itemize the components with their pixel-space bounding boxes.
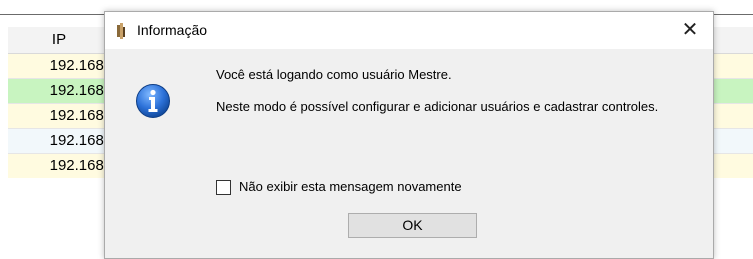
dialog-title: Informação bbox=[137, 22, 208, 38]
info-dialog: Informação ✕ Você está logando como usuá… bbox=[104, 11, 714, 259]
ip-cell: 192.168. bbox=[49, 82, 108, 99]
close-icon: ✕ bbox=[681, 19, 699, 41]
ip-cell: 192.168. bbox=[49, 107, 108, 124]
ip-cell: 192.168. bbox=[49, 132, 108, 149]
message-line-1: Você está logando como usuário Mestre. bbox=[216, 67, 452, 82]
dont-show-again-checkbox[interactable] bbox=[216, 180, 231, 195]
dialog-titlebar[interactable]: Informação ✕ bbox=[105, 12, 713, 49]
column-header-ip[interactable]: IP bbox=[8, 27, 111, 54]
close-button[interactable]: ✕ bbox=[667, 12, 713, 49]
info-icon bbox=[136, 84, 170, 118]
ip-cell: 192.168. bbox=[49, 157, 108, 174]
dont-show-again-label[interactable]: Não exibir esta mensagem novamente bbox=[239, 179, 462, 194]
ok-button[interactable]: OK bbox=[348, 213, 477, 238]
message-line-2: Neste modo é possível configurar e adici… bbox=[216, 99, 659, 114]
column-header-extra[interactable] bbox=[710, 27, 753, 54]
app-icon bbox=[117, 23, 125, 39]
ip-cell: 192.168. bbox=[49, 57, 108, 74]
